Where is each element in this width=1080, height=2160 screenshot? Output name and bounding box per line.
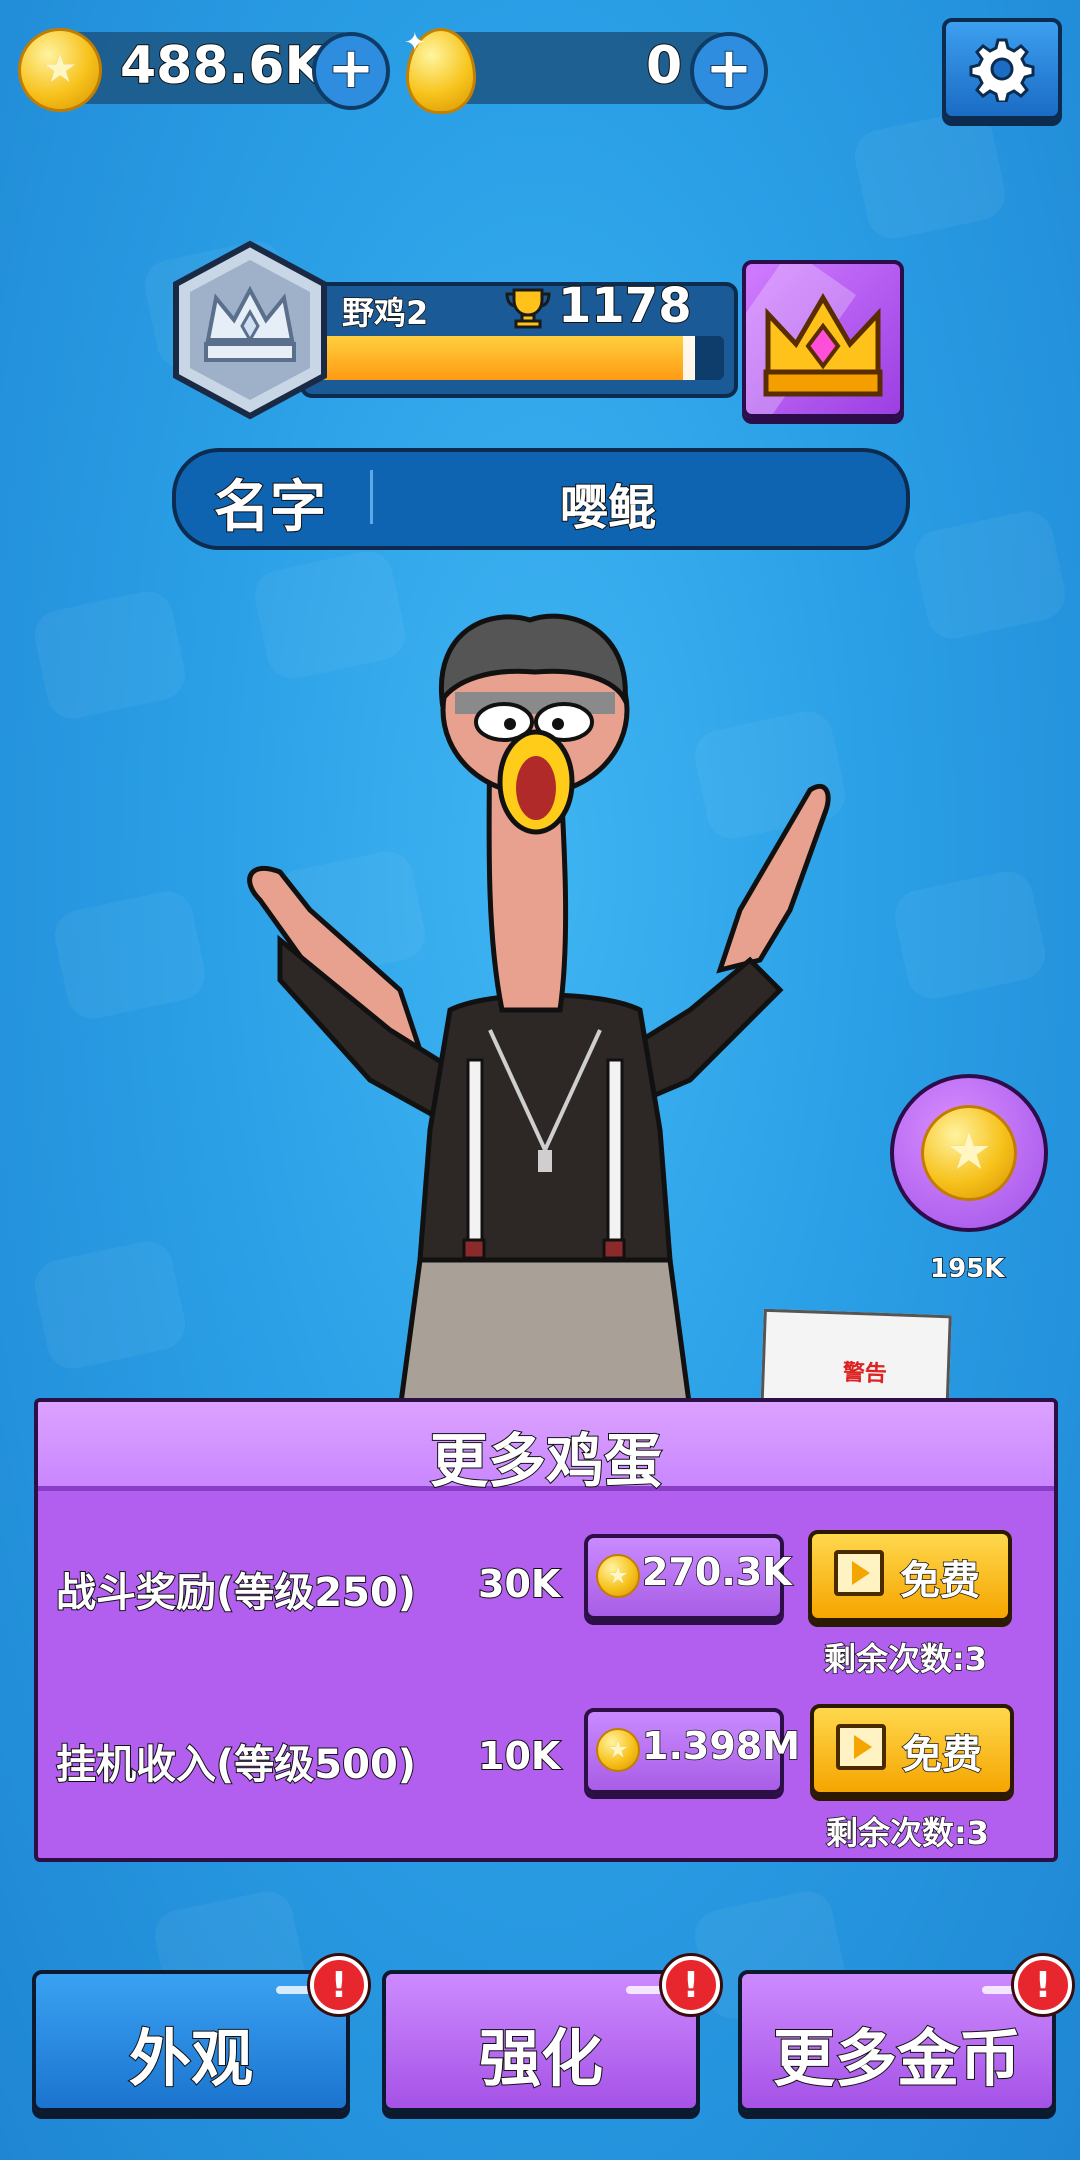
free-label: 免费 — [899, 1557, 981, 1605]
chicken-character — [247, 613, 831, 1410]
warning-poster-text: 警告 — [842, 1360, 888, 1388]
coin-icon: ★ — [596, 1554, 640, 1598]
rank-progress-bar — [310, 336, 724, 380]
alert-badge-icon: ! — [1014, 1956, 1072, 2014]
settings-button[interactable] — [942, 18, 1062, 120]
battle-reward-free-button[interactable]: 免费 — [808, 1530, 1012, 1622]
video-play-icon — [834, 1550, 884, 1596]
name-divider — [370, 470, 373, 524]
crown-icon — [763, 293, 883, 397]
appearance-button[interactable]: 外观 — [32, 1970, 350, 2112]
alert-badge-icon: ! — [310, 1956, 368, 2014]
plus-icon: + — [705, 36, 754, 101]
upgrade-button[interactable]: 强化 — [382, 1970, 700, 2112]
coin-balance: 488.6K — [119, 35, 326, 97]
trophy-icon — [505, 288, 551, 329]
idle-income-label: 挂机收入(等级500) — [55, 1741, 417, 1789]
more-coins-label: 更多金币 — [772, 2021, 1022, 2096]
sparkle-icon: ✦ — [404, 28, 426, 58]
panel-title: 更多鸡蛋 — [429, 1426, 663, 1496]
video-play-icon — [836, 1724, 886, 1770]
gear-icon — [969, 38, 1035, 102]
name-label: 名字 — [213, 474, 327, 541]
add-eggs-button[interactable]: + — [690, 32, 768, 110]
panel-header: 更多鸡蛋 — [38, 1402, 1054, 1496]
alert-badge-icon: ! — [662, 1956, 720, 2014]
appearance-label: 外观 — [128, 2021, 254, 2096]
rank-name: 野鸡2 — [341, 293, 429, 333]
battle-reward-remaining: 剩余次数:3 — [823, 1639, 988, 1679]
rank-progress-fill — [310, 336, 696, 380]
player-name: 嘤鲲 — [559, 479, 657, 537]
coin-icon: ★ — [596, 1728, 640, 1772]
rank-progress-shine — [683, 336, 696, 380]
rank-badge-icon — [173, 240, 327, 420]
upgrade-cost: 270.3K — [641, 1549, 792, 1595]
free-label: 免费 — [901, 1731, 983, 1779]
coin-reward-amount: 195K — [929, 1253, 1005, 1285]
idle-income-value: 10K — [477, 1733, 561, 1779]
trophy-count: 1178 — [557, 277, 693, 335]
idle-income-remaining: 剩余次数:3 — [825, 1813, 990, 1853]
egg-balance: 0 — [645, 35, 683, 97]
coin-icon: ★ — [18, 28, 102, 112]
plus-icon: + — [327, 36, 376, 101]
coin-icon: ★ — [921, 1105, 1017, 1201]
crown-button[interactable] — [742, 260, 904, 418]
battle-reward-label: 战斗奖励(等级250) — [55, 1569, 417, 1617]
coin-reward-button[interactable]: ★ — [890, 1074, 1048, 1232]
idle-income-upgrade-button[interactable]: ★ 1.398M — [584, 1708, 801, 1794]
battle-reward-value: 30K — [477, 1561, 561, 1607]
battle-reward-upgrade-button[interactable]: ★ 270.3K — [584, 1534, 792, 1620]
upgrade-cost: 1.398M — [641, 1723, 801, 1769]
button-shine — [626, 1986, 666, 1994]
upgrade-label: 强化 — [478, 2021, 604, 2096]
add-coins-button[interactable]: + — [312, 32, 390, 110]
more-eggs-panel: 更多鸡蛋 战斗奖励(等级250) 30K ★ 270.3K 免费 剩余次数:3 … — [34, 1398, 1058, 1862]
idle-income-free-button[interactable]: 免费 — [810, 1704, 1014, 1796]
more-coins-button[interactable]: 更多金币 — [738, 1970, 1056, 2112]
